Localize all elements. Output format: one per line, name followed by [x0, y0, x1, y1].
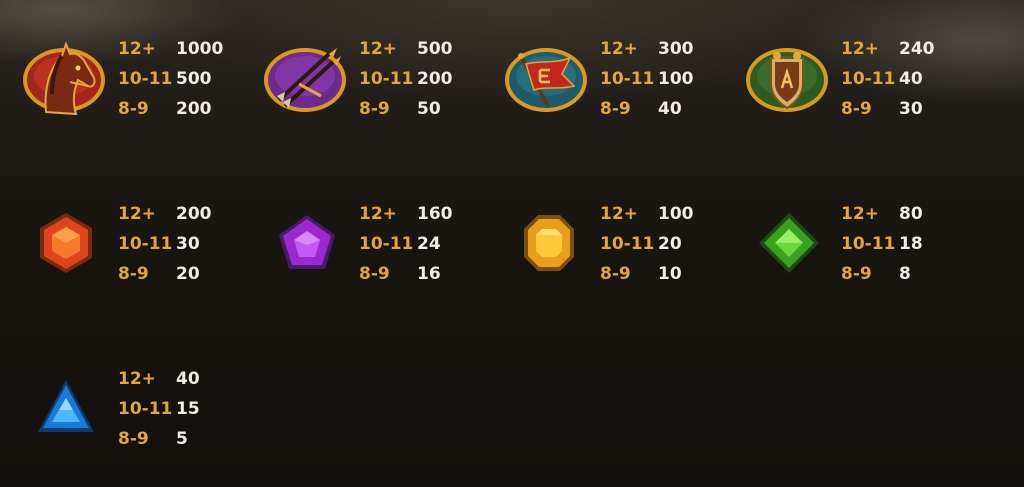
- pay-value: 10: [658, 264, 682, 284]
- yellow-octagon-gem-icon: [504, 199, 594, 289]
- pay-count: 8-9: [359, 99, 390, 119]
- pay-count: 10-11: [359, 69, 414, 89]
- pay-count: 8-9: [118, 264, 149, 284]
- pay-count: 12+: [118, 204, 156, 224]
- pay-count: 10-11: [118, 234, 173, 254]
- paytable-entry-blue-gem: 12+ 40 10-11 15 8-9 5: [22, 364, 242, 454]
- red-hexagon-gem-icon: [22, 199, 112, 289]
- paytable-entry-purple-gem: 12+ 160 10-11 24 8-9 16: [263, 199, 483, 289]
- pay-value: 15: [176, 399, 200, 419]
- pay-count: 10-11: [600, 69, 655, 89]
- pay-value: 200: [417, 69, 453, 89]
- paytable-entry-yellow-gem: 12+ 100 10-11 20 8-9 10: [504, 199, 724, 289]
- pay-count: 10-11: [118, 399, 173, 419]
- pay-count: 8-9: [359, 264, 390, 284]
- pay-value: 40: [176, 369, 200, 389]
- pay-value: 500: [417, 39, 453, 59]
- purple-pentagon-gem-icon: [263, 199, 353, 289]
- pay-count: 10-11: [359, 234, 414, 254]
- pay-value: 24: [417, 234, 441, 254]
- pay-value: 40: [899, 69, 923, 89]
- pay-value: 5: [176, 429, 188, 449]
- pay-value: 20: [176, 264, 200, 284]
- paytable-screen: 12+ 1000 10-11 500 8-9 200 12+ 500 10-11…: [0, 0, 1024, 487]
- pay-count: 12+: [359, 39, 397, 59]
- pay-count: 10-11: [118, 69, 173, 89]
- pay-count: 12+: [118, 369, 156, 389]
- pay-count: 8-9: [600, 264, 631, 284]
- pay-value: 500: [176, 69, 212, 89]
- pay-value: 16: [417, 264, 441, 284]
- pay-count: 12+: [841, 204, 879, 224]
- blue-triangle-gem-icon: [22, 364, 112, 454]
- pay-count: 12+: [118, 39, 156, 59]
- pay-count: 12+: [359, 204, 397, 224]
- pay-value: 80: [899, 204, 923, 224]
- pay-count: 8-9: [841, 99, 872, 119]
- pay-value: 20: [658, 234, 682, 254]
- pay-value: 300: [658, 39, 694, 59]
- pay-value: 50: [417, 99, 441, 119]
- paytable-entry-arrows: 12+ 500 10-11 200 8-9 50: [263, 34, 483, 124]
- pay-count: 10-11: [841, 69, 896, 89]
- crest-shield-icon: [745, 34, 835, 124]
- green-diamond-gem-icon: [745, 199, 835, 289]
- pay-count: 8-9: [600, 99, 631, 119]
- pay-value: 18: [899, 234, 923, 254]
- pay-count: 10-11: [600, 234, 655, 254]
- paytable-entry-red-gem: 12+ 200 10-11 30 8-9 20: [22, 199, 242, 289]
- pay-value: 100: [658, 204, 694, 224]
- pay-count: 8-9: [118, 99, 149, 119]
- pay-count: 10-11: [841, 234, 896, 254]
- pay-value: 1000: [176, 39, 224, 59]
- pay-count: 8-9: [841, 264, 872, 284]
- pay-count: 8-9: [118, 429, 149, 449]
- paytable-entry-horse: 12+ 1000 10-11 500 8-9 200: [22, 34, 242, 124]
- paytable-entry-shield: 12+ 240 10-11 40 8-9 30: [745, 34, 965, 124]
- pay-value: 30: [899, 99, 923, 119]
- pay-count: 12+: [600, 204, 638, 224]
- pay-count: 12+: [600, 39, 638, 59]
- pay-value: 8: [899, 264, 911, 284]
- paytable-entry-banner: 12+ 300 10-11 100 8-9 40: [504, 34, 724, 124]
- pay-value: 40: [658, 99, 682, 119]
- crossed-arrows-icon: [263, 34, 353, 124]
- pay-value: 100: [658, 69, 694, 89]
- pay-value: 160: [417, 204, 453, 224]
- horse-icon: [22, 34, 112, 124]
- pay-value: 30: [176, 234, 200, 254]
- pay-value: 200: [176, 99, 212, 119]
- pay-value: 240: [899, 39, 935, 59]
- war-banner-icon: [504, 34, 594, 124]
- pay-count: 12+: [841, 39, 879, 59]
- paytable-entry-green-gem: 12+ 80 10-11 18 8-9 8: [745, 199, 965, 289]
- pay-value: 200: [176, 204, 212, 224]
